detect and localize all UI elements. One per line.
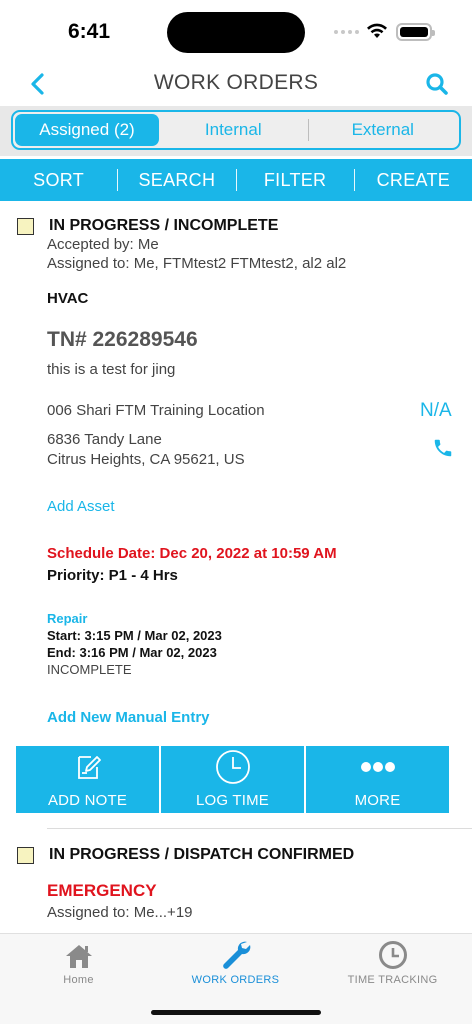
phone-icon[interactable] <box>432 437 454 459</box>
work-order-card[interactable]: IN PROGRESS / INCOMPLETE Accepted by: Me… <box>0 201 472 821</box>
work-order-card[interactable]: IN PROGRESS / DISPATCH CONFIRMED EMERGEN… <box>0 829 472 933</box>
clock-icon <box>378 941 407 969</box>
na-link[interactable]: N/A <box>420 400 452 422</box>
ticket-number: TN# 226289546 <box>47 328 198 351</box>
work-order-list[interactable]: IN PROGRESS / INCOMPLETE Accepted by: Me… <box>0 201 472 933</box>
status-time: 6:41 <box>68 20 111 43</box>
dynamic-island <box>167 12 305 53</box>
priority: Priority: P1 - 4 Hrs <box>47 567 178 584</box>
assigned-to: Assigned to: Me...+19 <box>47 904 193 921</box>
segmented-control: Assigned (2) Internal External <box>11 110 461 150</box>
battery-icon <box>396 23 435 41</box>
action-bar: SORT SEARCH FILTER CREATE <box>0 159 472 201</box>
trade-label: HVAC <box>47 290 89 307</box>
schedule-date: Schedule Date: Dec 20, 2022 at 10:59 AM <box>47 545 337 562</box>
filter-button[interactable]: FILTER <box>237 170 354 191</box>
add-manual-entry-link[interactable]: Add New Manual Entry <box>47 709 210 726</box>
wrench-icon <box>222 941 250 969</box>
tab-external[interactable]: External <box>309 114 458 146</box>
status-checkbox[interactable] <box>17 847 34 864</box>
tab-work-orders[interactable]: WORK ORDERS <box>157 934 314 994</box>
sort-button[interactable]: SORT <box>0 170 117 191</box>
tab-time-tracking-label: TIME TRACKING <box>347 974 438 986</box>
more-button[interactable]: MORE <box>306 746 449 813</box>
order-status: IN PROGRESS / DISPATCH CONFIRMED <box>49 846 355 863</box>
status-bar: 6:41 <box>0 0 472 62</box>
home-indicator <box>151 1010 321 1015</box>
more-dots-icon <box>360 762 395 772</box>
card-action-buttons: ADD NOTE LOG TIME MORE <box>16 746 449 813</box>
search-button[interactable]: SEARCH <box>118 170 235 191</box>
address-line-1: 6836 Tandy Lane <box>47 431 162 448</box>
home-icon <box>65 945 92 968</box>
status-checkbox[interactable] <box>17 218 34 235</box>
address-line-2: Citrus Heights, CA 95621, US <box>47 451 245 468</box>
tab-assigned[interactable]: Assigned (2) <box>15 114 159 146</box>
edit-note-icon <box>77 756 101 779</box>
action-divider <box>235 169 237 191</box>
assigned-to: Assigned to: Me, FTMtest2 FTMtest2, al2 … <box>47 255 347 272</box>
segment-container: Assigned (2) Internal External <box>0 106 472 156</box>
tab-work-orders-label: WORK ORDERS <box>191 974 280 986</box>
entry-type: Repair <box>47 611 88 626</box>
wifi-icon <box>367 23 387 38</box>
log-time-label: LOG TIME <box>195 792 269 809</box>
entry-end: End: 3:16 PM / Mar 02, 2023 <box>47 645 217 660</box>
more-label: MORE <box>354 792 401 809</box>
nav-header: WORK ORDERS <box>0 62 472 106</box>
accepted-by: Accepted by: Me <box>47 236 159 253</box>
log-time-button[interactable]: LOG TIME <box>161 746 304 813</box>
action-divider <box>117 169 119 191</box>
tab-time-tracking[interactable]: TIME TRACKING <box>314 934 471 994</box>
action-divider <box>353 169 355 191</box>
tab-home-label: Home <box>63 974 94 986</box>
entry-start: Start: 3:15 PM / Mar 02, 2023 <box>47 628 222 643</box>
order-description: this is a test for jing <box>47 361 176 378</box>
signal-icon <box>334 30 359 34</box>
search-icon[interactable] <box>424 70 450 98</box>
order-status: IN PROGRESS / INCOMPLETE <box>49 217 279 234</box>
tab-internal[interactable]: Internal <box>159 114 308 146</box>
location-name: 006 Shari FTM Training Location <box>47 402 265 419</box>
add-note-button[interactable]: ADD NOTE <box>16 746 159 813</box>
entry-status: INCOMPLETE <box>47 662 132 677</box>
page-title: WORK ORDERS <box>153 71 319 94</box>
clock-icon <box>215 750 250 784</box>
create-button[interactable]: CREATE <box>355 170 472 191</box>
priority-emergency: EMERGENCY <box>47 881 157 900</box>
tab-home[interactable]: Home <box>0 934 157 994</box>
add-asset-link[interactable]: Add Asset <box>47 498 115 515</box>
add-note-label: ADD NOTE <box>47 792 128 809</box>
